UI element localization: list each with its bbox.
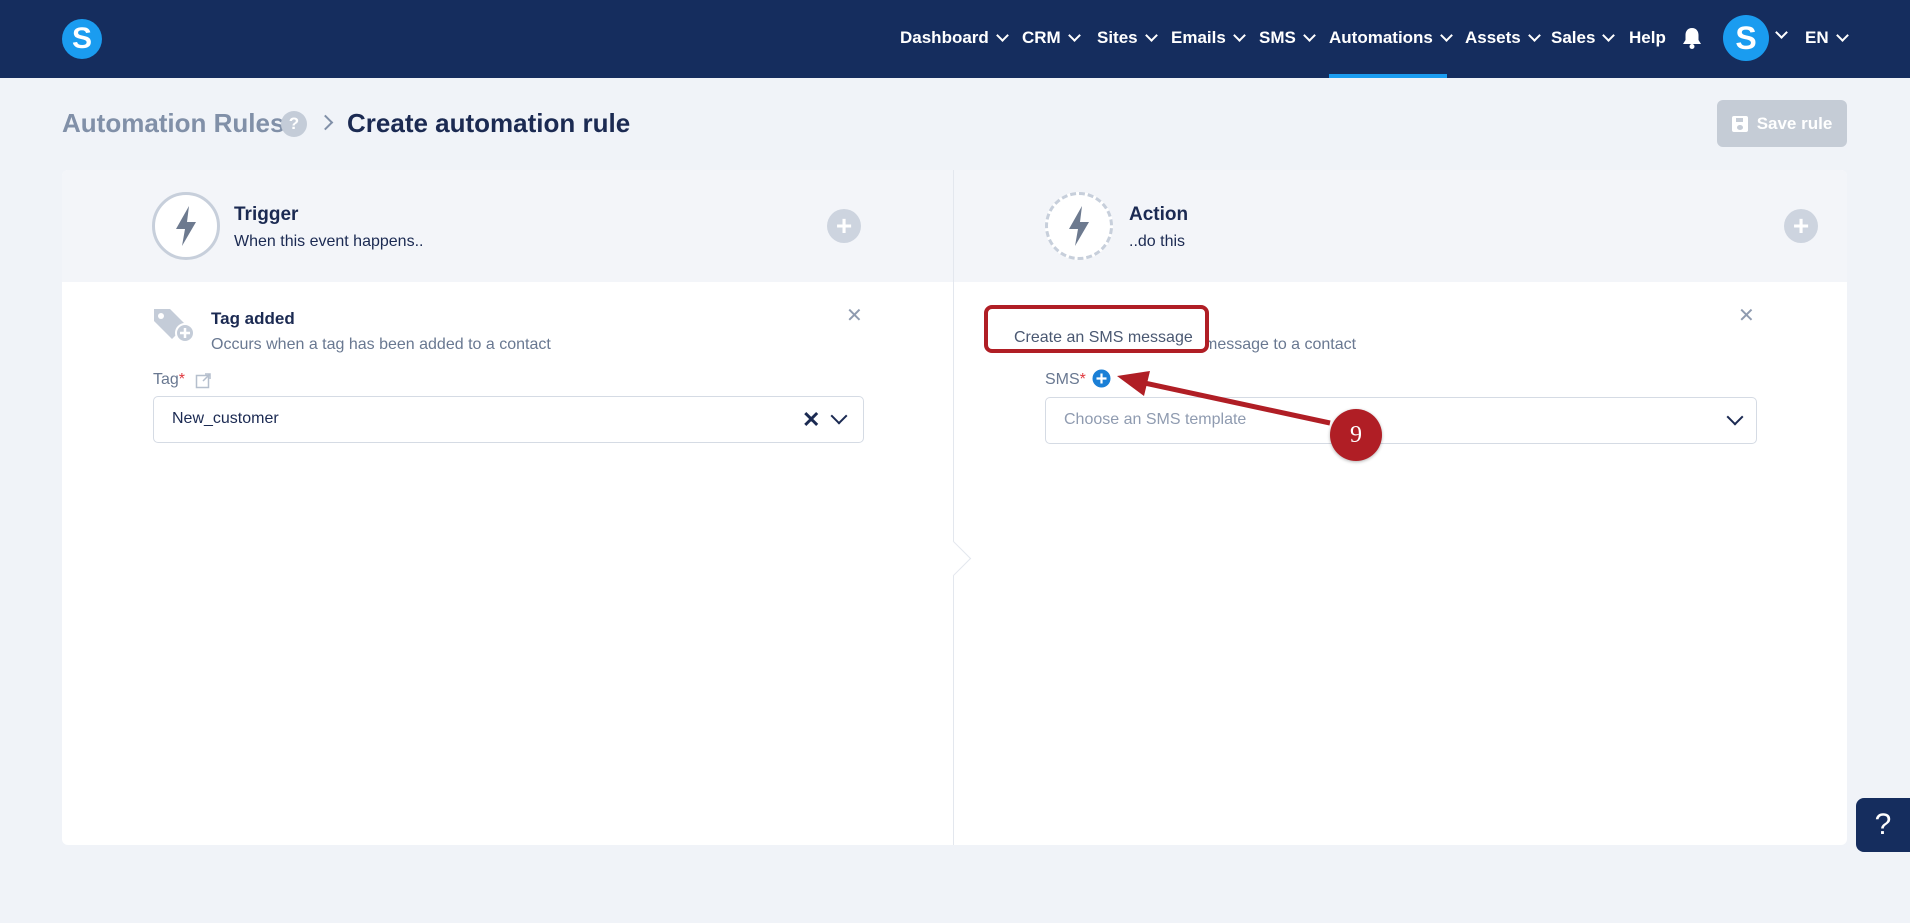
step-number-badge: 9 [1330, 409, 1382, 461]
chevron-down-icon [1144, 29, 1158, 42]
save-rule-button[interactable]: Save rule [1717, 100, 1847, 147]
chevron-down-icon [1527, 29, 1541, 42]
required-marker: * [1079, 371, 1086, 388]
chevron-right-icon [317, 114, 334, 131]
chevron-down-icon [1602, 29, 1616, 42]
chevron-down-icon[interactable] [1726, 408, 1744, 426]
nav-crm[interactable]: CRM [1022, 26, 1081, 50]
chevron-down-icon [1232, 29, 1246, 42]
trigger-subtitle: When this event happens.. [234, 233, 424, 250]
page-title: Create automation rule [347, 108, 631, 138]
rule-builder-card: Trigger When this event happens.. + Acti… [62, 170, 1847, 845]
add-sms-plus-icon[interactable] [1092, 369, 1111, 388]
tag-select-value: New_customer [172, 410, 279, 427]
active-tab-indicator [1329, 74, 1447, 78]
chevron-down-icon[interactable] [830, 407, 848, 425]
tag-select[interactable]: New_customer ✕ [153, 396, 864, 443]
annotation-arrow [1117, 371, 1331, 426]
trigger-title: Trigger [234, 204, 299, 225]
nav-dashboard[interactable]: Dashboard [900, 26, 1009, 50]
bell-icon[interactable] [1681, 26, 1703, 50]
nav-sms[interactable]: SMS [1259, 26, 1316, 50]
trigger-item-description: Occurs when a tag has been added to a co… [211, 336, 551, 353]
top-navbar: S Dashboard CRM Sites Emails SMS Automat… [0, 0, 1910, 78]
help-icon[interactable]: ? [281, 111, 307, 137]
chevron-down-icon [1302, 29, 1316, 42]
save-button-label: Save rule [1756, 113, 1833, 133]
nav-label: Dashboard [900, 28, 989, 47]
nav-label: CRM [1022, 28, 1061, 47]
nav-sites[interactable]: Sites [1097, 26, 1158, 50]
nav-sales[interactable]: Sales [1551, 26, 1616, 50]
main-nav: Dashboard CRM Sites Emails SMS Automatio… [0, 0, 1910, 78]
nav-label: SMS [1259, 28, 1296, 47]
nav-label: Help [1629, 28, 1666, 47]
action-bolt-icon [1045, 192, 1113, 260]
language-label: EN [1805, 28, 1829, 47]
nav-help[interactable]: Help [1629, 26, 1666, 50]
remove-trigger-close-icon[interactable]: ✕ [846, 303, 863, 328]
tag-add-icon [154, 309, 195, 343]
action-item-description: message to a contact [1204, 336, 1357, 353]
avatar[interactable]: S [1723, 15, 1769, 61]
nav-emails[interactable]: Emails [1171, 26, 1246, 50]
add-action-button[interactable]: + [1784, 209, 1818, 243]
clear-selection-icon[interactable]: ✕ [802, 407, 820, 433]
nav-label: Sites [1097, 28, 1138, 47]
action-title: Action [1129, 204, 1189, 225]
nav-label: Sales [1551, 28, 1596, 47]
chevron-down-icon [1440, 29, 1453, 42]
add-trigger-button[interactable]: + [827, 209, 861, 243]
nav-assets[interactable]: Assets [1465, 26, 1541, 50]
language-selector[interactable]: EN [1805, 26, 1849, 50]
chevron-down-icon [995, 29, 1009, 42]
action-subtitle: ..do this [1129, 233, 1186, 250]
trigger-header: Trigger When this event happens.. + [62, 170, 953, 282]
nav-label: Automations [1329, 28, 1433, 47]
save-disk-icon [1731, 115, 1748, 132]
tooltip-text: Create an SMS message [1014, 329, 1193, 346]
tag-label-text: Tag [153, 371, 179, 388]
required-marker: * [178, 371, 186, 388]
external-link-icon[interactable] [195, 372, 212, 389]
trigger-item-title: Tag added [211, 309, 295, 328]
sms-field-label: SMS* [1045, 371, 1086, 389]
tag-field-label: Tag* [153, 371, 185, 389]
breadcrumb-root[interactable]: Automation Rules [62, 108, 284, 139]
tooltip-callout: Create an SMS message [984, 305, 1209, 353]
nav-label: Emails [1171, 28, 1226, 47]
action-header: Action ..do this + [954, 170, 1847, 282]
flow-arrow-notch [935, 540, 972, 577]
nav-label: Assets [1465, 28, 1521, 47]
remove-action-close-icon[interactable]: ✕ [1738, 303, 1755, 328]
trigger-bolt-icon [152, 192, 220, 260]
column-divider [953, 170, 954, 845]
chevron-down-icon [1067, 29, 1081, 42]
sms-label-text: SMS [1045, 371, 1080, 388]
help-fab-button[interactable]: ? [1856, 798, 1910, 852]
nav-automations[interactable]: Automations [1329, 26, 1453, 50]
chevron-down-icon [1835, 29, 1849, 42]
